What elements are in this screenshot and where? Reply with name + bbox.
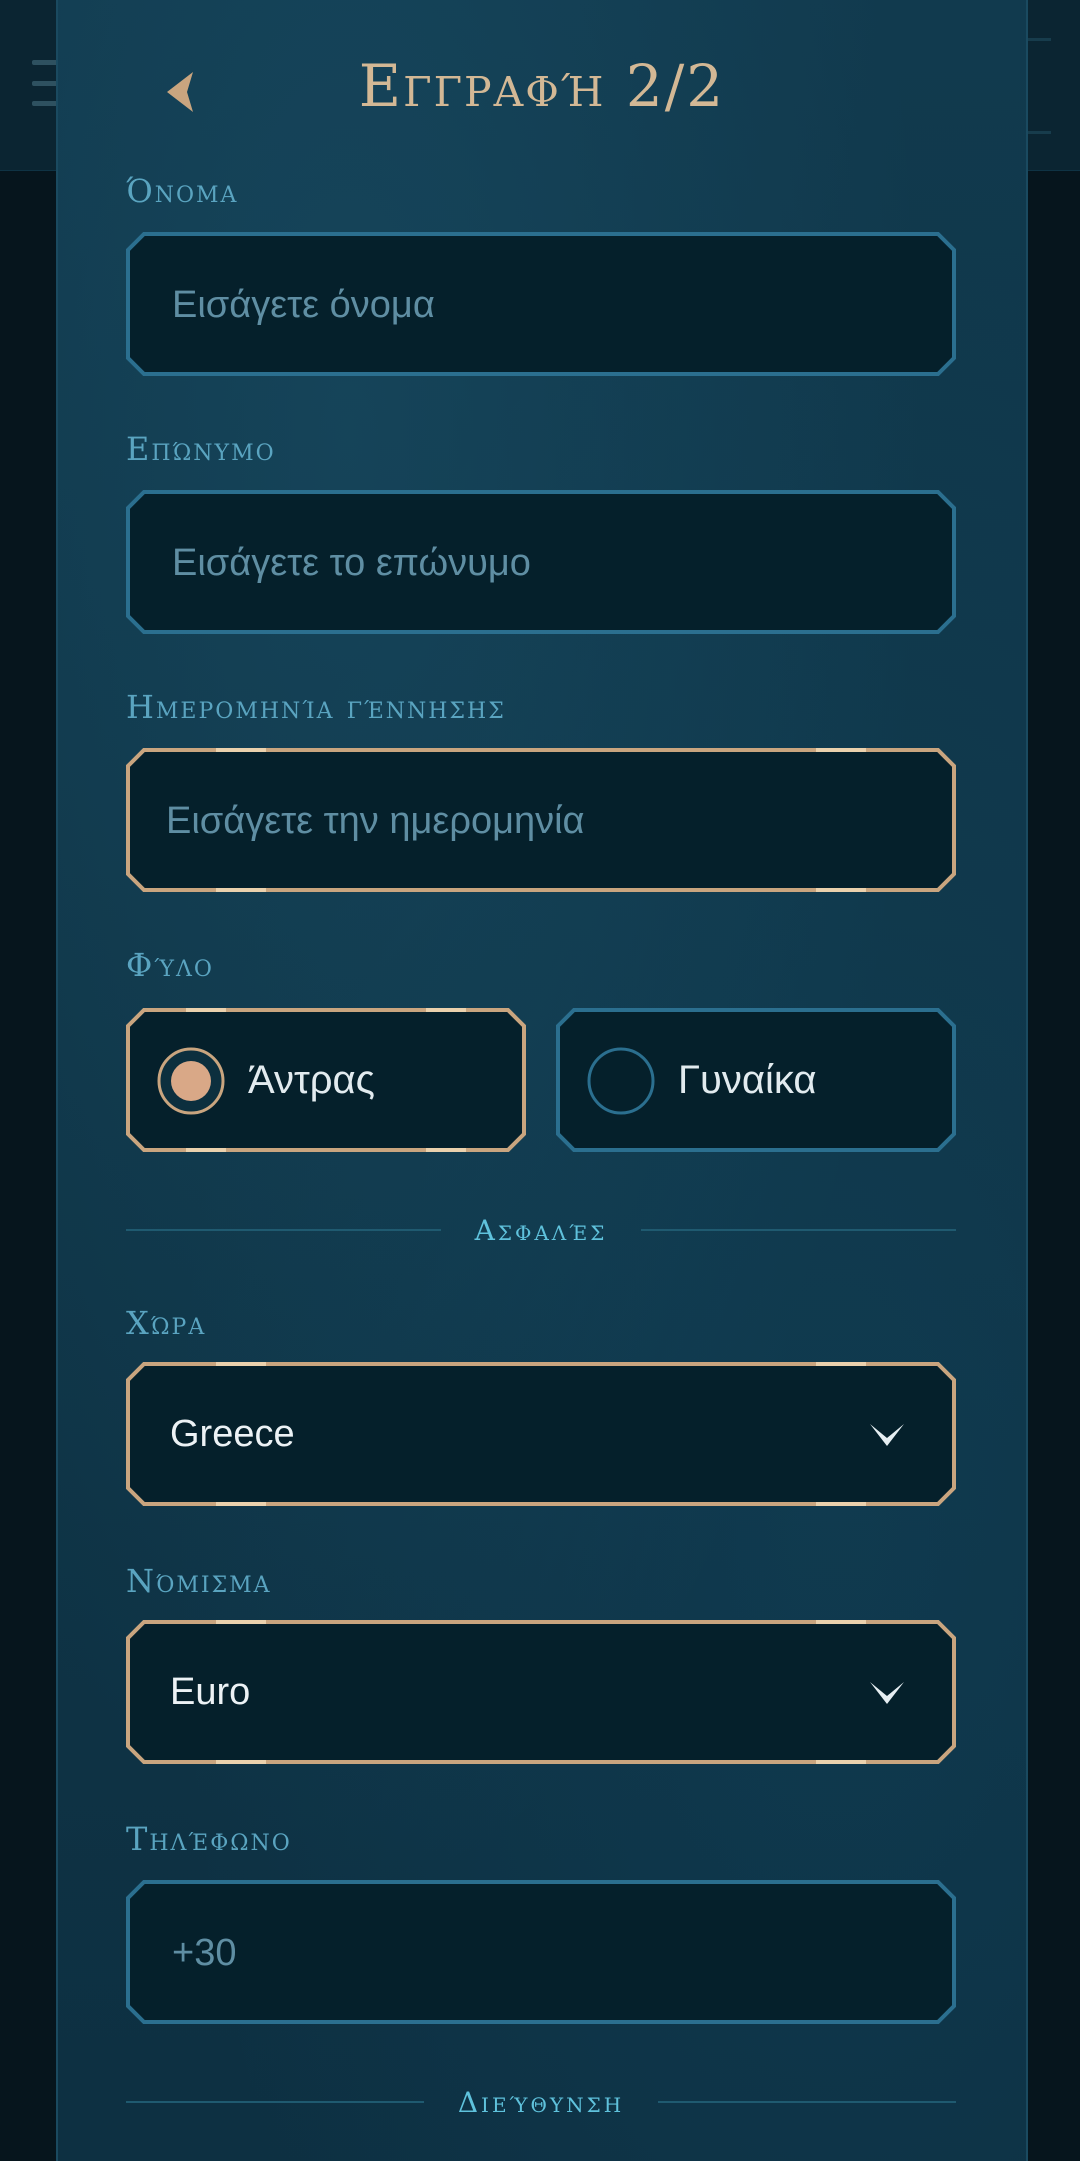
currency-value: Euro [170,1671,251,1713]
last-name-field[interactable] [126,490,956,636]
registration-panel: Εγγραφή 2/2 Όνομα Επώνυμο Ημερομηνία γέν… [56,0,1028,2161]
currency-label: Νόμισμα [126,1562,272,1600]
menu-icon [32,60,58,106]
gender-label: Φύλο [126,946,214,984]
phone-field[interactable] [126,1880,956,2026]
phone-label: Τηλέφωνο [126,1820,292,1858]
gender-option-female[interactable]: Γυναίκα [556,1008,956,1152]
chevron-down-icon [870,1682,904,1704]
radio-selected-icon [157,1047,225,1115]
first-name-label: Όνομα [126,172,239,210]
country-value: Greece [170,1413,295,1455]
first-name-input[interactable] [170,232,874,378]
gender-option-male[interactable]: Άντρας [126,1008,526,1152]
first-name-field[interactable] [126,232,956,378]
last-name-label: Επώνυμο [126,430,276,468]
page-title: Εγγραφή 2/2 [358,52,726,120]
gender-option-label: Γυναίκα [678,1058,817,1102]
currency-select[interactable]: Euro [126,1620,956,1764]
section-divider-address: Διεύθυνση [126,2082,957,2122]
country-select[interactable]: Greece [126,1362,956,1506]
chevron-down-icon [870,1424,904,1446]
country-label: Χώρα [126,1304,207,1342]
birth-date-field[interactable] [126,748,956,894]
phone-input[interactable] [170,1880,874,2026]
section-title: Διεύθυνση [457,2085,625,2119]
gender-option-label: Άντρας [248,1058,375,1102]
birth-date-input[interactable] [164,748,868,894]
field-frame-gold [126,1620,956,1764]
section-title: Ασφαλές [474,1213,608,1247]
panel-header: Εγγραφή 2/2 [58,0,1026,170]
section-divider-secure: Ασφαλές [126,1210,957,1250]
radio-unselected-icon [587,1047,655,1115]
birth-date-label: Ημερομηνία γέννησης [126,688,506,726]
last-name-input[interactable] [170,490,874,636]
